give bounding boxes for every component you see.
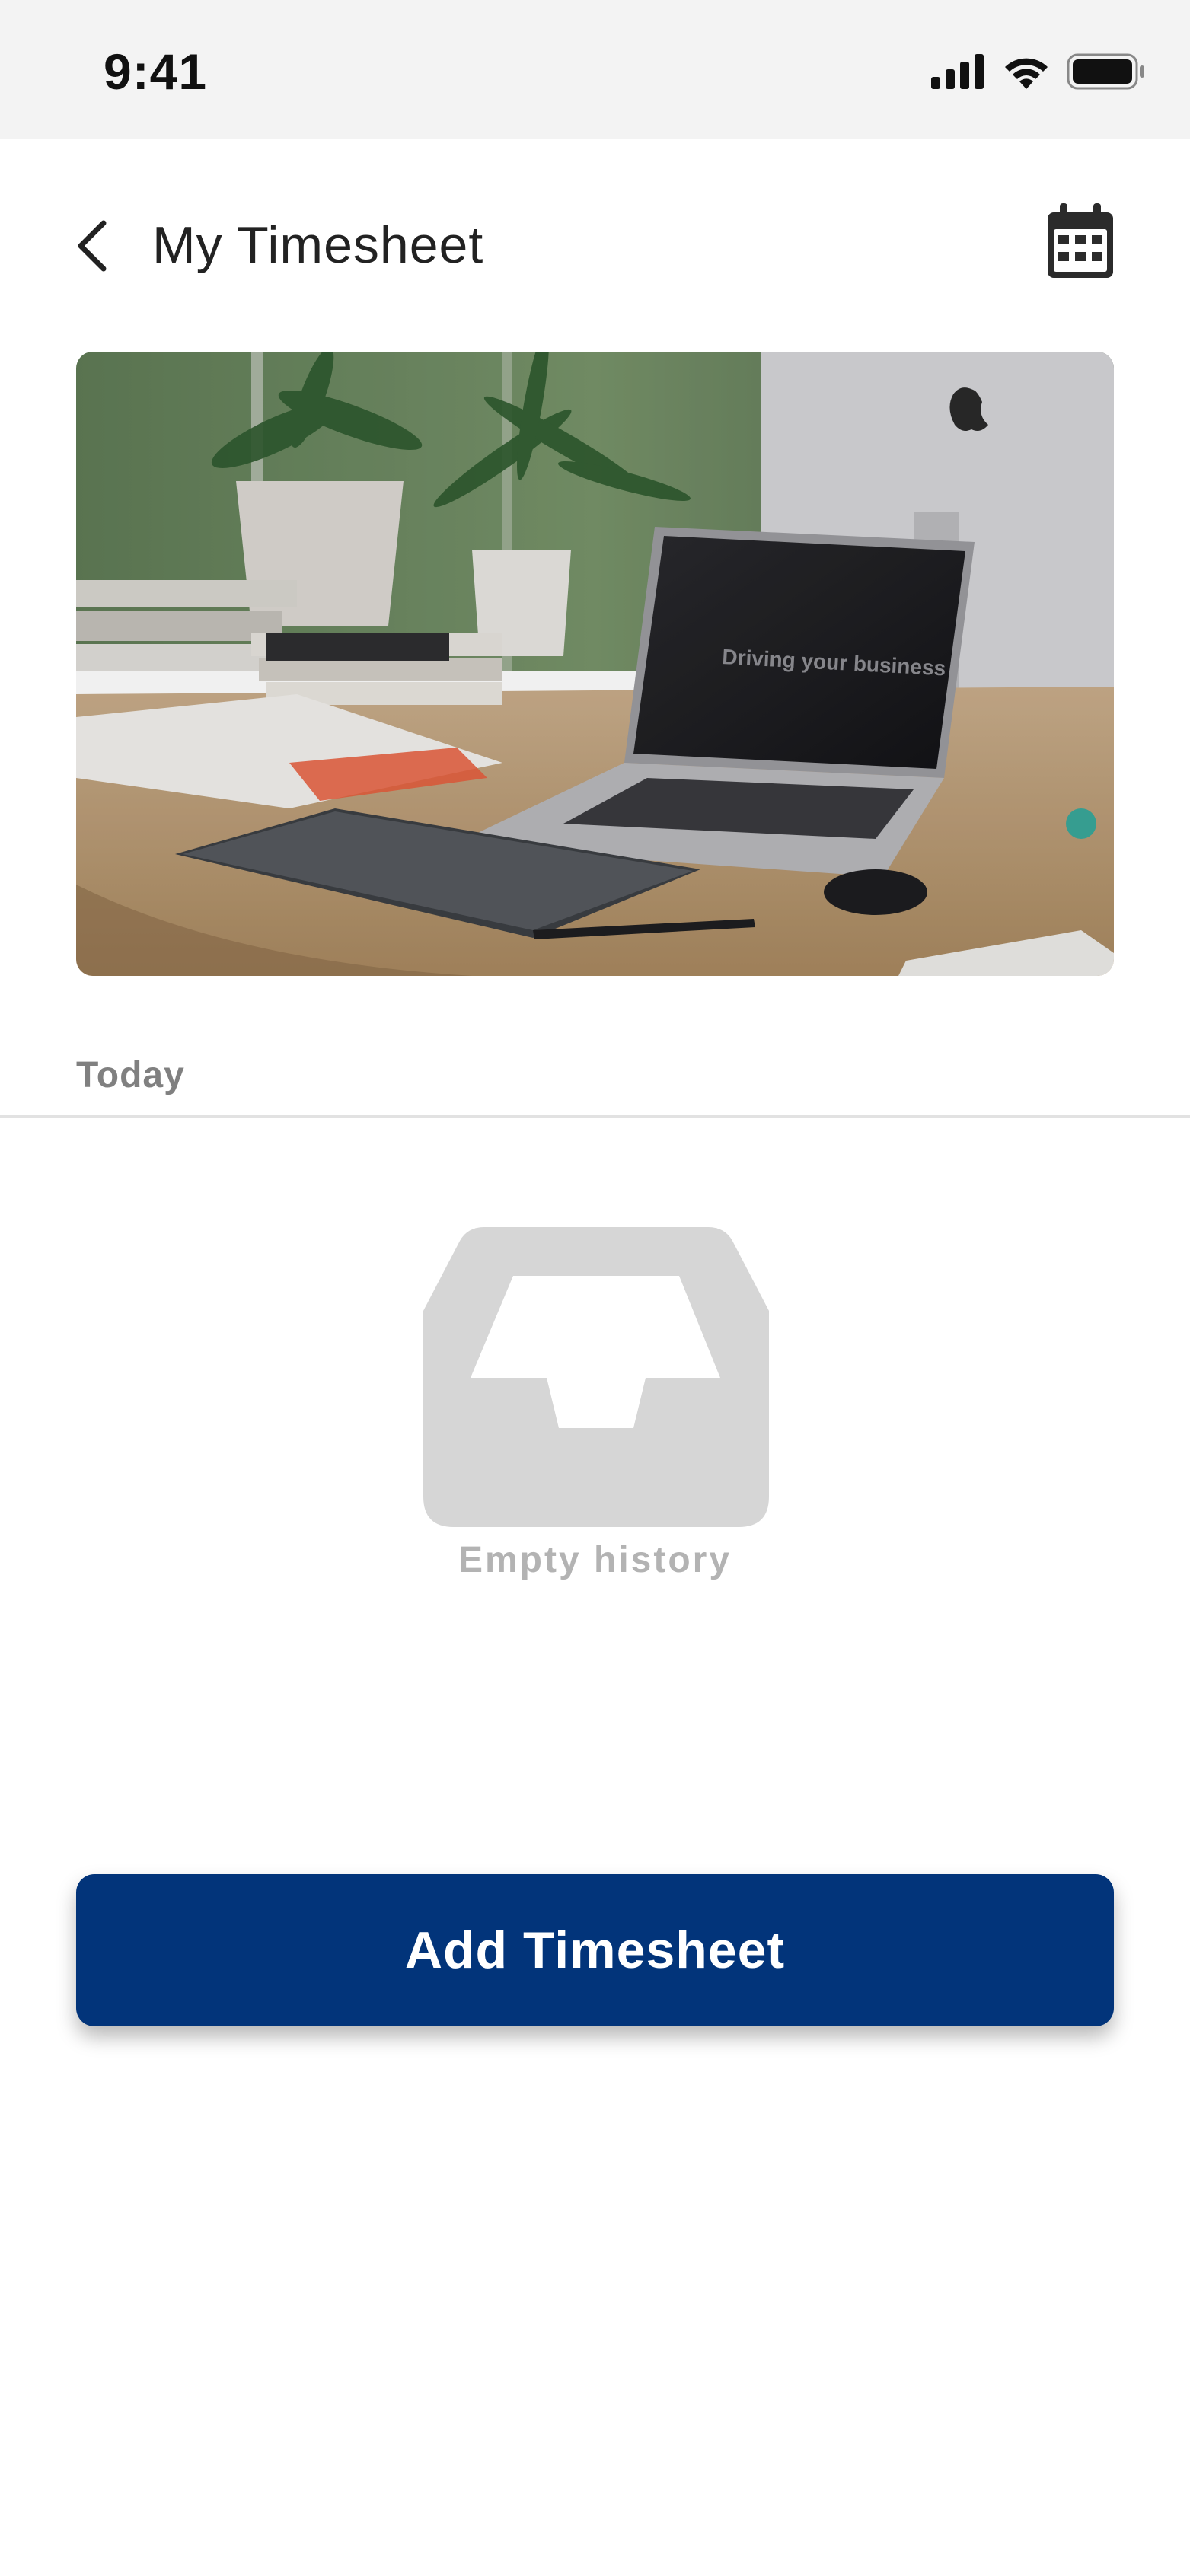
chevron-left-icon [78,220,107,272]
app-header: My Timesheet [0,139,1190,352]
empty-inbox-icon [423,1227,769,1527]
status-icons [931,53,1146,90]
page-title: My Timesheet [152,216,484,274]
empty-history-text: Empty history [458,1540,732,1580]
status-bar: 9:41 [0,0,1190,139]
calendar-icon [1048,203,1113,278]
battery-icon [1067,53,1144,90]
status-time: 9:41 [104,43,208,100]
back-button[interactable] [69,215,114,276]
desk-scene-illustration: Driving your business [76,352,1114,976]
section-label-today: Today [76,1055,185,1095]
calendar-button[interactable] [1046,203,1115,279]
wifi-icon [1005,58,1048,89]
add-timesheet-button[interactable]: Add Timesheet [76,1874,1114,2026]
hero-image: Driving your business [76,352,1114,976]
section-divider [0,1115,1190,1118]
cellular-signal-icon [931,54,984,89]
